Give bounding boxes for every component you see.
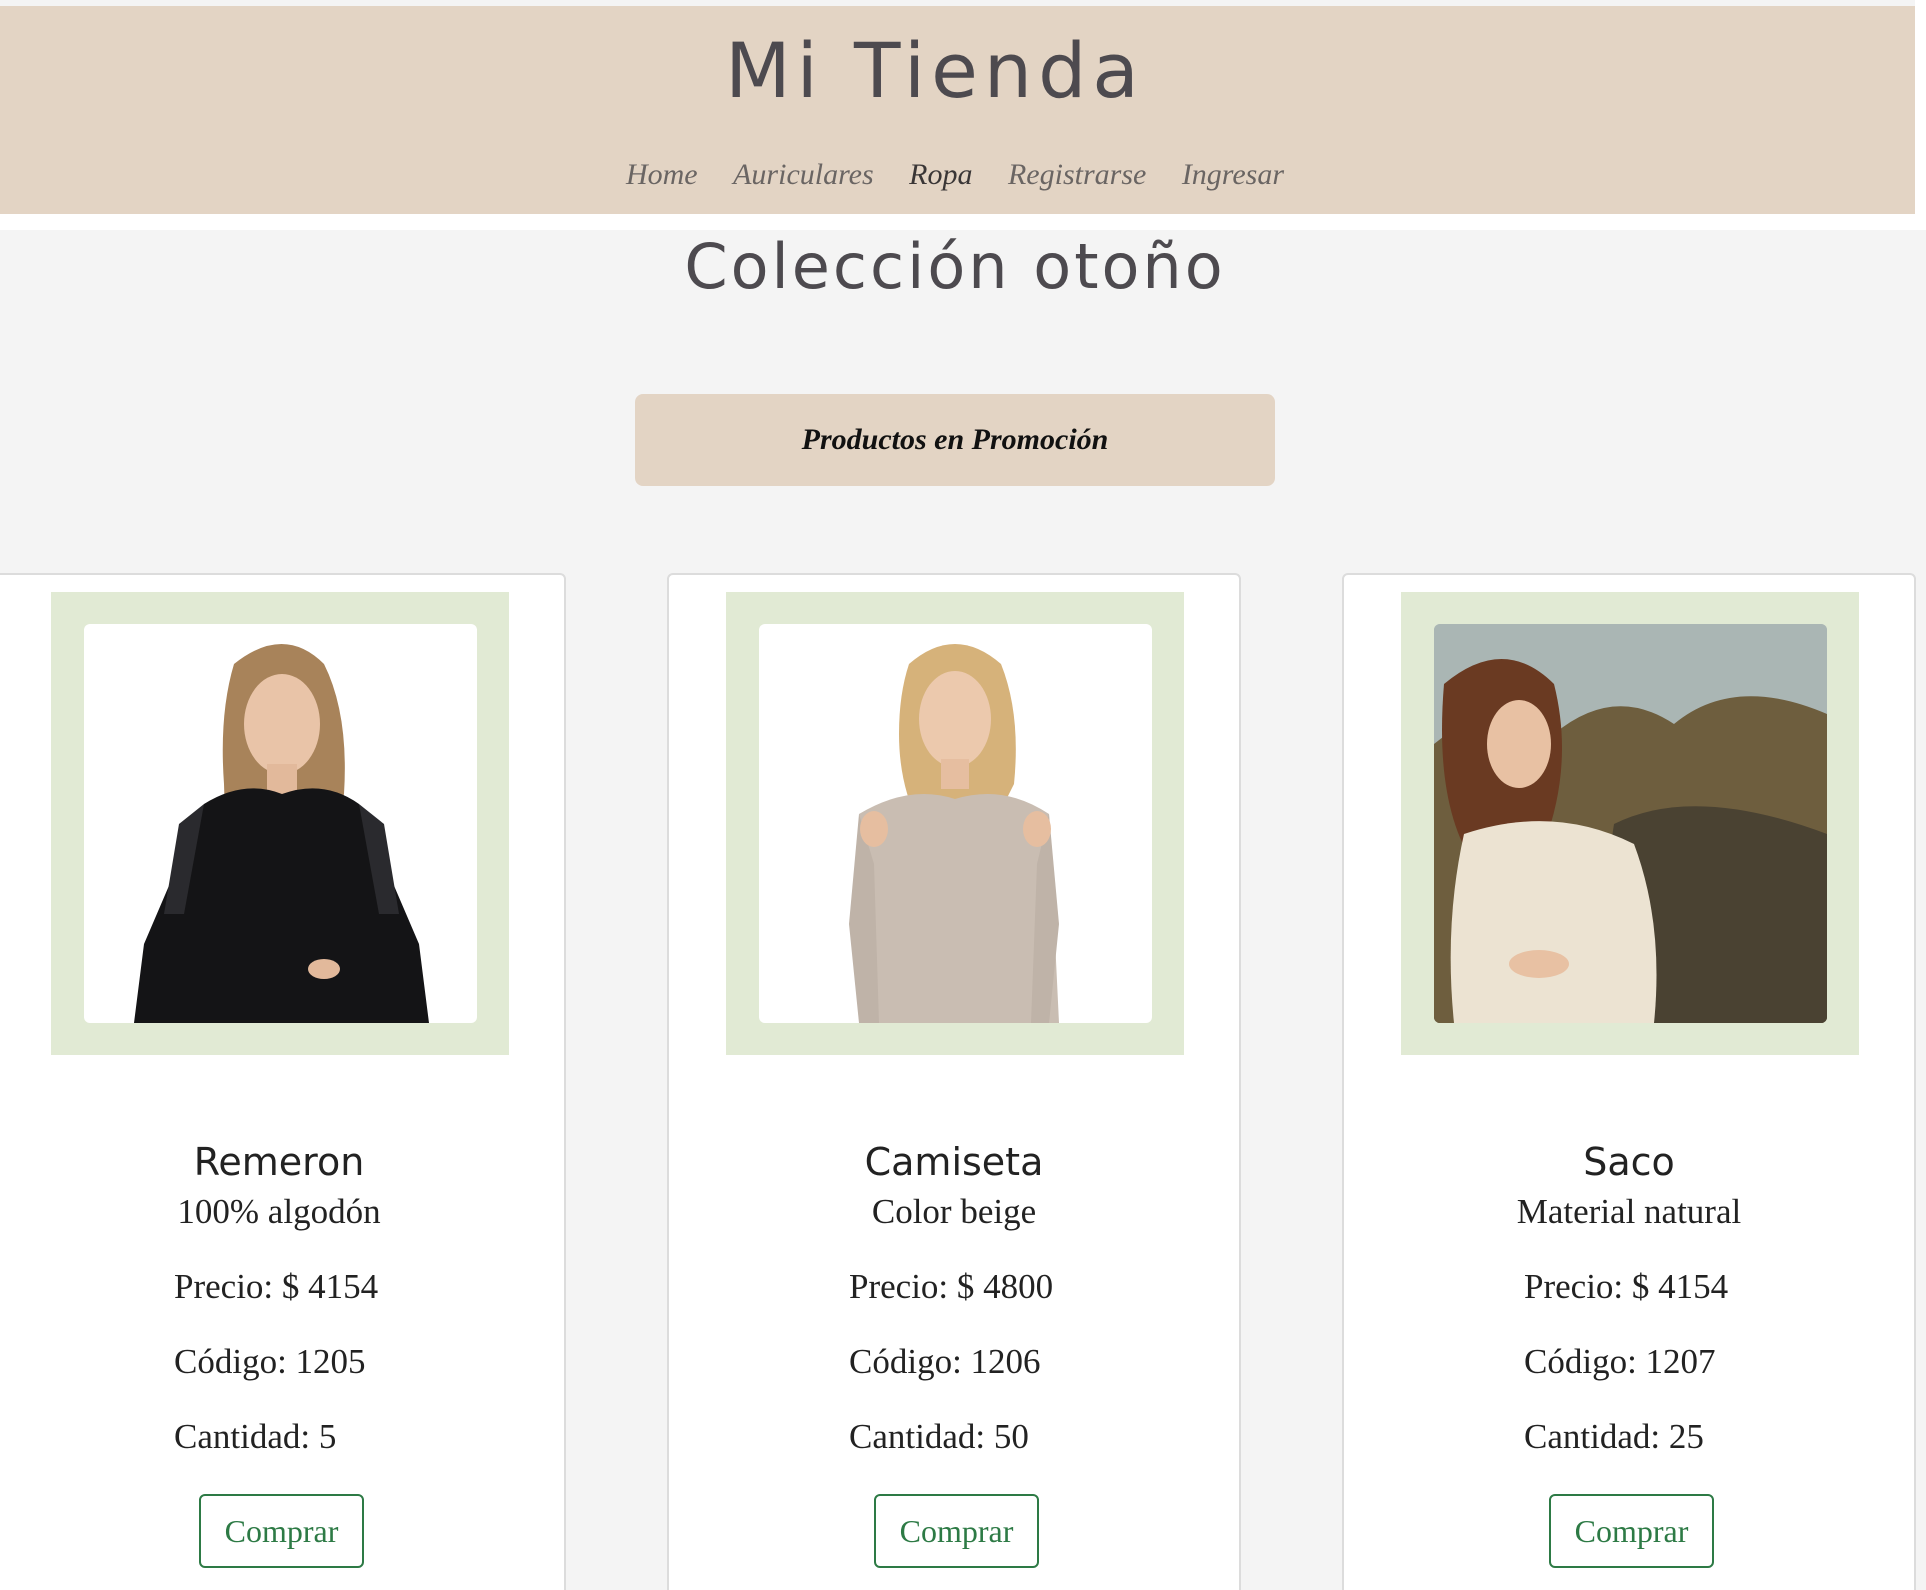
site-header: Mi Tienda Home Auriculares Ropa Registra… bbox=[0, 6, 1915, 214]
product-description: 100% algodón bbox=[177, 1192, 381, 1231]
buy-button[interactable]: Comprar bbox=[874, 1494, 1039, 1568]
edge-strip bbox=[1915, 0, 1926, 230]
product-code: Código: 1206 bbox=[849, 1342, 1041, 1381]
nav-auriculares[interactable]: Auriculares bbox=[733, 158, 874, 192]
product-image-frame bbox=[51, 592, 509, 1055]
nav-ingresar[interactable]: Ingresar bbox=[1182, 158, 1284, 192]
product-price: Precio: $ 4154 bbox=[174, 1267, 379, 1306]
product-image-frame bbox=[726, 592, 1184, 1055]
main-nav: Home Auriculares Ropa Registrarse Ingres… bbox=[0, 158, 1910, 192]
buy-button[interactable]: Comprar bbox=[1549, 1494, 1714, 1568]
site-title: Mi Tienda bbox=[725, 26, 1145, 115]
product-card: Remeron 100% algodón Precio: $ 4154 Códi… bbox=[0, 573, 566, 1590]
product-name: Camiseta bbox=[864, 1140, 1044, 1184]
product-quantity: Cantidad: 25 bbox=[1524, 1417, 1704, 1456]
header-divider bbox=[0, 214, 1915, 230]
product-image[interactable] bbox=[1434, 624, 1827, 1023]
promo-banner[interactable]: Productos en Promoción bbox=[635, 394, 1275, 486]
product-code: Código: 1207 bbox=[1524, 1342, 1716, 1381]
nav-registrarse[interactable]: Registrarse bbox=[1008, 158, 1146, 192]
nav-ropa[interactable]: Ropa bbox=[909, 158, 972, 192]
product-card: Camiseta Color beige Precio: $ 4800 Códi… bbox=[667, 573, 1241, 1590]
product-quantity: Cantidad: 5 bbox=[174, 1417, 337, 1456]
product-quantity: Cantidad: 50 bbox=[849, 1417, 1029, 1456]
product-code: Código: 1205 bbox=[174, 1342, 366, 1381]
product-description: Material natural bbox=[1516, 1192, 1742, 1231]
product-price: Precio: $ 4154 bbox=[1524, 1267, 1729, 1306]
product-price: Precio: $ 4800 bbox=[849, 1267, 1054, 1306]
product-card: Saco Material natural Precio: $ 4154 Cód… bbox=[1342, 573, 1916, 1590]
nav-home[interactable]: Home bbox=[626, 158, 698, 192]
product-name: Remeron bbox=[193, 1140, 365, 1184]
product-name: Saco bbox=[1583, 1140, 1675, 1184]
product-description: Color beige bbox=[871, 1192, 1037, 1231]
buy-button[interactable]: Comprar bbox=[199, 1494, 364, 1568]
collection-title: Colección otoño bbox=[684, 230, 1226, 303]
product-image[interactable] bbox=[84, 624, 477, 1023]
product-image-frame bbox=[1401, 592, 1859, 1055]
product-image[interactable] bbox=[759, 624, 1152, 1023]
